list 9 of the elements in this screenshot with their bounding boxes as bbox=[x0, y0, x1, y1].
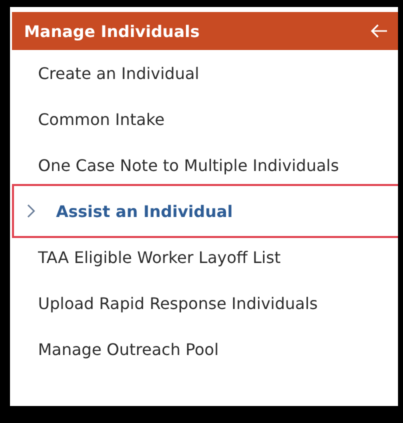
back-button[interactable] bbox=[370, 24, 388, 38]
menu-item[interactable]: Manage Outreach Pool bbox=[12, 326, 398, 372]
back-arrow-icon bbox=[370, 24, 388, 38]
chevron-icon bbox=[26, 203, 36, 219]
menu-item[interactable]: Assist an Individual bbox=[12, 184, 398, 238]
menu-item[interactable]: Upload Rapid Response Individuals bbox=[12, 280, 398, 326]
menu-item[interactable]: Common Intake bbox=[12, 96, 398, 142]
panel-title: Manage Individuals bbox=[24, 22, 200, 40]
menu-item[interactable]: Create an Individual bbox=[12, 50, 398, 96]
